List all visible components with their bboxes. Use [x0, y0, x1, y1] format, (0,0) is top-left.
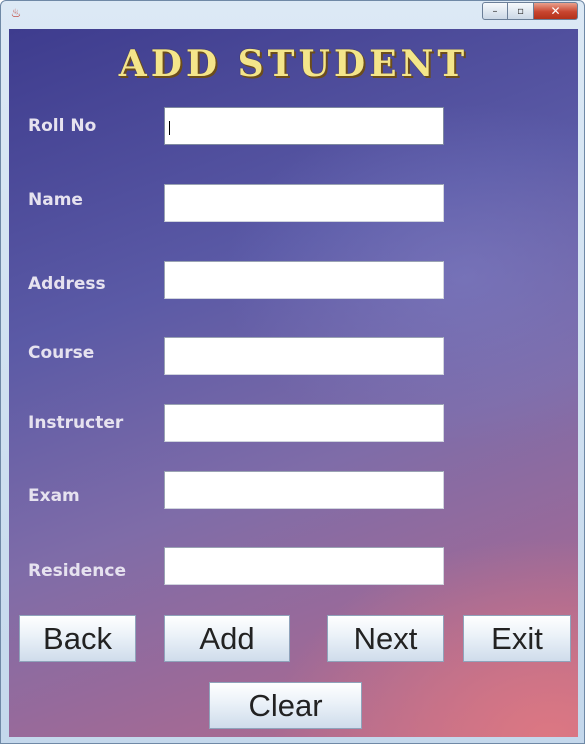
residence-input[interactable]: [164, 547, 444, 585]
java-cup-icon: ♨: [10, 6, 22, 20]
minimize-button[interactable]: –: [482, 2, 508, 20]
close-button[interactable]: ✕: [534, 2, 578, 20]
maximize-button[interactable]: ▫: [508, 2, 534, 20]
instructer-label: Instructer: [28, 413, 124, 433]
instructer-input[interactable]: [164, 404, 444, 442]
text-caret: [169, 121, 170, 135]
address-label: Address: [28, 274, 106, 294]
app-window: ♨ – ▫ ✕ ADD STUDENT Roll No Name Address…: [0, 0, 585, 744]
next-button[interactable]: Next: [327, 615, 444, 662]
add-button[interactable]: Add: [164, 615, 290, 662]
exam-label: Exam: [28, 486, 80, 506]
roll-no-label: Roll No: [28, 116, 97, 136]
name-label: Name: [28, 190, 83, 210]
form-heading: ADD STUDENT: [118, 43, 469, 85]
window-controls: – ▫ ✕: [482, 2, 578, 20]
roll-no-input[interactable]: [164, 107, 444, 145]
name-input[interactable]: [164, 184, 444, 222]
back-button[interactable]: Back: [19, 615, 136, 662]
course-label: Course: [28, 343, 95, 363]
form-panel: ADD STUDENT Roll No Name Address Course …: [9, 29, 578, 737]
address-input[interactable]: [164, 261, 444, 299]
exit-button[interactable]: Exit: [463, 615, 571, 662]
residence-label: Residence: [28, 561, 126, 581]
title-bar[interactable]: ♨ – ▫ ✕: [1, 1, 584, 27]
clear-button[interactable]: Clear: [209, 682, 362, 729]
exam-input[interactable]: [164, 471, 444, 509]
course-input[interactable]: [164, 337, 444, 375]
